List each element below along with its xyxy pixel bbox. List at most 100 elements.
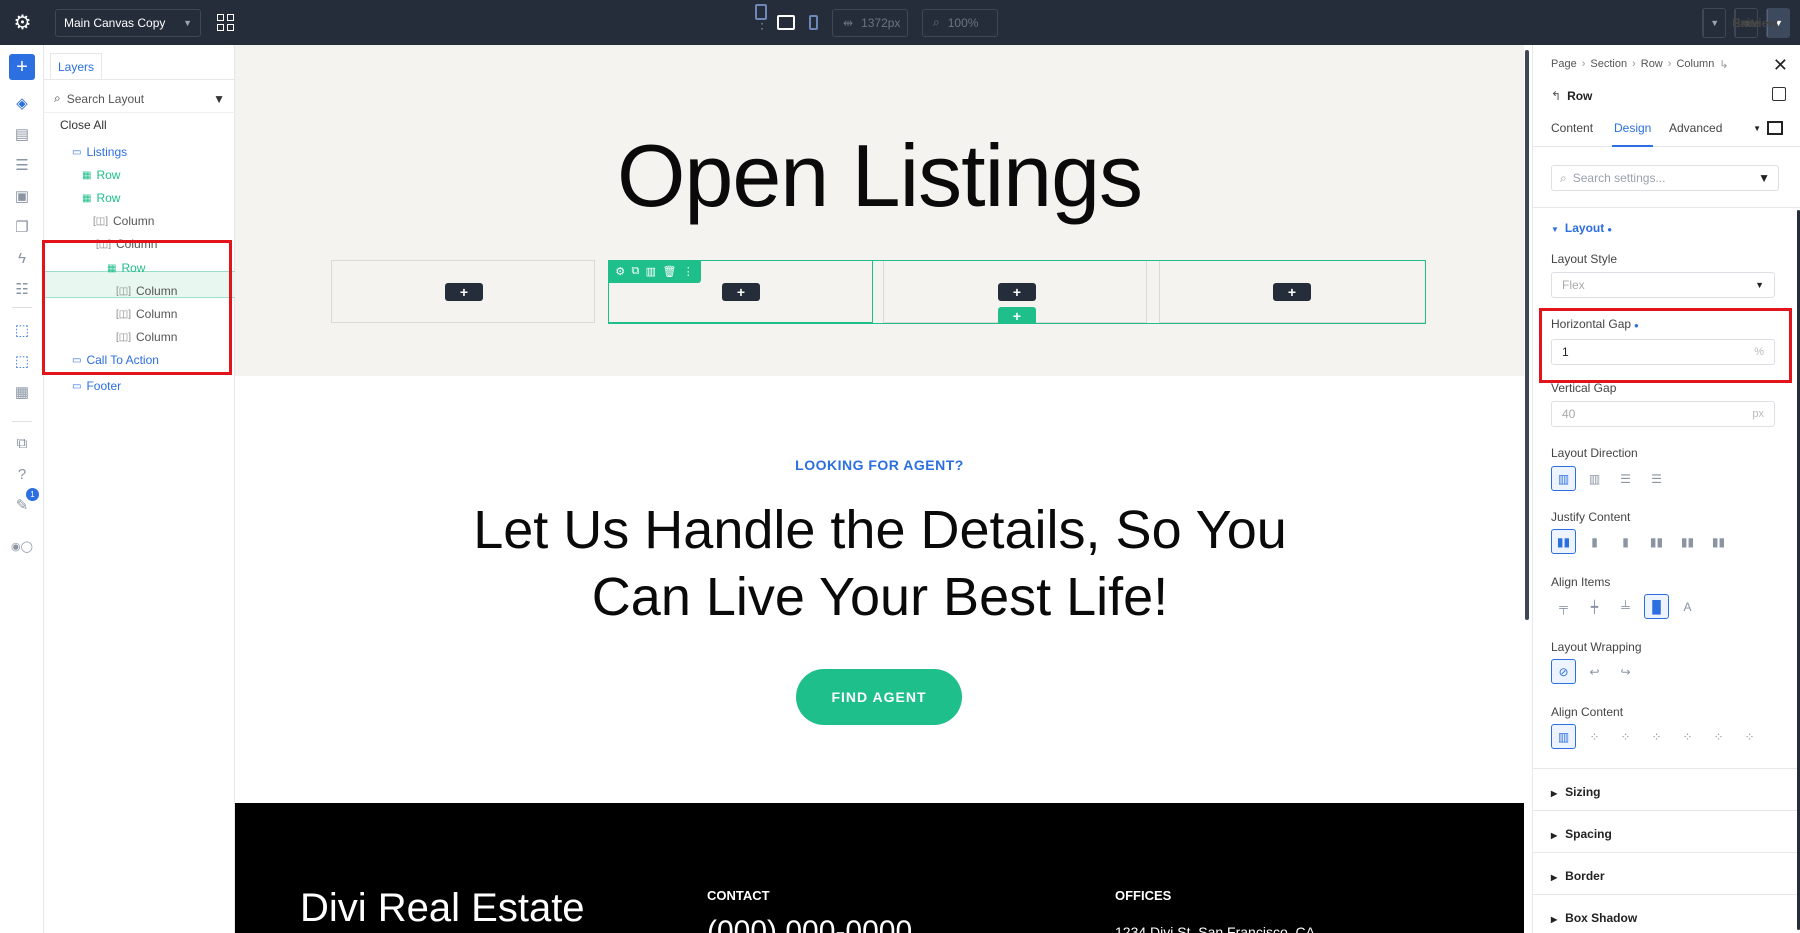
align-stretch-icon[interactable]: ▐▌ xyxy=(1644,594,1669,619)
breadcrumb-item[interactable]: Column xyxy=(1676,58,1714,71)
filter-icon[interactable]: ▼ xyxy=(213,92,225,106)
width-input[interactable]: ⇹ 1372px xyxy=(832,8,908,37)
content-start-icon[interactable]: ⁘ xyxy=(1582,724,1607,749)
canvas-scrollbar[interactable] xyxy=(1524,45,1532,933)
content-stretch-icon[interactable]: ▥ xyxy=(1551,724,1576,749)
phone-view-icon[interactable] xyxy=(809,15,818,30)
find-agent-button[interactable]: FIND AGENT xyxy=(796,669,962,725)
direction-row-icon[interactable]: ▥ xyxy=(1551,466,1576,491)
filter-icon[interactable]: ▼ xyxy=(1758,171,1770,185)
windows-icon[interactable]: ⧉ xyxy=(11,432,33,454)
box-shadow-group[interactable]: ▶ Box Shadow xyxy=(1551,911,1637,925)
canvas-name: Main Canvas Copy xyxy=(64,15,166,30)
zoom-input[interactable]: ⌕ 100% xyxy=(922,8,998,37)
vertical-gap-input[interactable]: 40 px xyxy=(1551,401,1775,427)
add-module-button[interactable]: + xyxy=(445,283,483,301)
layout-group-header[interactable]: ▼ Layout ● xyxy=(1551,221,1612,235)
layers-icon[interactable]: ◈ xyxy=(11,92,33,114)
lightning-icon[interactable]: ϟ xyxy=(11,247,33,269)
gear-icon[interactable]: ⚙ xyxy=(615,265,625,278)
box-icon[interactable] xyxy=(1767,121,1783,135)
database-icon[interactable]: ☰ xyxy=(11,154,33,176)
more-dots-icon[interactable]: ⋮ xyxy=(755,16,769,30)
columns-icon[interactable]: ▥ xyxy=(646,265,656,278)
tab-content[interactable]: Content xyxy=(1551,121,1593,147)
settings-search[interactable]: ⌕ Search settings... ▼ xyxy=(1551,165,1779,191)
breadcrumb-item[interactable]: Section xyxy=(1590,58,1627,71)
content-around-icon[interactable]: ⁘ xyxy=(1706,724,1731,749)
align-start-icon[interactable]: ╤ xyxy=(1551,594,1576,619)
trash-icon[interactable]: 🗑 xyxy=(662,265,676,278)
element-label: Row xyxy=(1567,89,1593,103)
direction-column-reverse-icon[interactable]: ☰ xyxy=(1644,466,1669,491)
template-icon[interactable]: ▦ xyxy=(11,381,33,403)
back-arrow-icon[interactable]: ↰ xyxy=(1551,89,1561,103)
canvas-selector[interactable]: Main Canvas Copy ▼ xyxy=(55,8,201,37)
content-end-icon[interactable]: ⁘ xyxy=(1644,724,1669,749)
tablet-view-icon[interactable] xyxy=(755,4,767,20)
justify-start-icon[interactable]: ▮▮ xyxy=(1551,529,1576,554)
align-center-icon[interactable]: ┿ xyxy=(1582,594,1607,619)
content-center-icon[interactable]: ⁘ xyxy=(1613,724,1638,749)
viewport-controls: ⋮ ⇹ 1372px ⌕ 100% xyxy=(755,0,998,45)
align-baseline-icon[interactable]: A xyxy=(1675,594,1700,619)
justify-center-icon[interactable]: ▮ xyxy=(1582,529,1607,554)
layer-item[interactable]: ▭ Footer xyxy=(72,373,121,399)
content-between-icon[interactable]: ⁘ xyxy=(1675,724,1700,749)
tab-layers[interactable]: Layers xyxy=(50,53,102,79)
add-module-button[interactable]: + xyxy=(722,283,760,301)
direction-column-icon[interactable]: ☰ xyxy=(1613,466,1638,491)
justify-between-icon[interactable]: ▮▮ xyxy=(1644,529,1669,554)
footer-section: Divi Real Estate CONTACT OFFICES (000) 0… xyxy=(235,803,1524,933)
layout-wrapping-label: Layout Wrapping xyxy=(1551,640,1642,654)
settings-panel: Page › Section › Row › Column ↳ ✕ ↰ Row Conte… xyxy=(1532,45,1800,933)
layout-style-select[interactable]: Flex ▼ xyxy=(1551,272,1775,298)
no-wrap-icon[interactable]: ⊘ xyxy=(1551,659,1576,684)
breadcrumb-item[interactable]: Page xyxy=(1551,58,1577,71)
tab-advanced[interactable]: Advanced xyxy=(1669,121,1722,147)
add-module-button[interactable]: + xyxy=(998,283,1036,301)
multi-select-icon[interactable]: ⬚ xyxy=(11,350,33,372)
help-icon[interactable]: ? xyxy=(11,463,33,485)
justify-end-icon[interactable]: ▮ xyxy=(1613,529,1638,554)
sliders-icon[interactable]: ☷ xyxy=(11,278,33,300)
add-row-button[interactable]: + xyxy=(998,307,1036,324)
wrap-icon[interactable]: ↩ xyxy=(1582,659,1607,684)
chevron-right-icon: › xyxy=(1632,58,1636,70)
close-icon[interactable]: ✕ xyxy=(1773,55,1788,76)
library-icon[interactable]: ▤ xyxy=(11,123,33,145)
layers-panel: Layers ⌕ Search Layout ▼ Close All ▭ List… xyxy=(42,45,235,933)
align-end-icon[interactable]: ╧ xyxy=(1613,594,1638,619)
modules-icon[interactable]: ▣ xyxy=(11,185,33,207)
direction-row-reverse-icon[interactable]: ▥ xyxy=(1582,466,1607,491)
breadcrumb-item[interactable]: Row xyxy=(1641,58,1663,71)
justify-evenly-icon[interactable]: ▮▮ xyxy=(1706,529,1731,554)
toggle-icon[interactable]: ◉◯ xyxy=(11,535,33,557)
grid-view-icon[interactable] xyxy=(211,9,239,37)
duplicate-icon[interactable]: ⧉ xyxy=(631,265,639,278)
desktop-view-icon[interactable] xyxy=(777,15,795,30)
panel-divider xyxy=(1533,852,1800,853)
chevron-down-icon[interactable]: ▼ xyxy=(1753,124,1761,133)
spacing-group[interactable]: ▶ Spacing xyxy=(1551,827,1612,841)
add-icon[interactable]: + xyxy=(9,54,35,80)
gear-icon[interactable]: ⚙ xyxy=(0,0,45,45)
announcement-icon[interactable]: ✎ 1 xyxy=(11,488,39,516)
add-module-button[interactable]: + xyxy=(1273,283,1311,301)
layout-direction-label: Layout Direction xyxy=(1551,446,1638,460)
wrap-reverse-icon[interactable]: ↪ xyxy=(1613,659,1638,684)
sizing-group[interactable]: ▶ Sizing xyxy=(1551,785,1601,799)
select-icon[interactable]: ⬚ xyxy=(11,319,33,341)
pages-icon[interactable]: ❐ xyxy=(11,216,33,238)
top-actions: Exit ▼ Preview ▼ Save ▼ xyxy=(1702,0,1800,45)
content-evenly-icon[interactable]: ⁘ xyxy=(1737,724,1762,749)
close-all-link[interactable]: Close All xyxy=(60,118,107,132)
layers-search[interactable]: ⌕ Search Layout ▼ xyxy=(44,85,235,113)
search-icon: ⌕ xyxy=(1560,170,1567,185)
tab-design[interactable]: Design xyxy=(1612,121,1654,147)
border-group[interactable]: ▶ Border xyxy=(1551,869,1605,883)
settings-toggle-icon[interactable] xyxy=(1772,87,1786,101)
more-dots-icon[interactable]: ⋮ xyxy=(683,265,694,278)
justify-around-icon[interactable]: ▮▮ xyxy=(1675,529,1700,554)
unit-label[interactable]: px xyxy=(1752,408,1764,420)
